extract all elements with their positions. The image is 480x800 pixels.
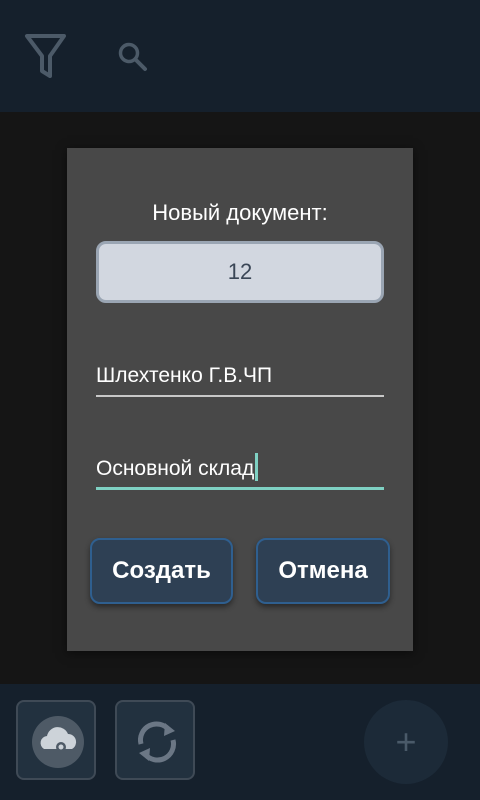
dialog-title: Новый документ: — [152, 200, 328, 225]
warehouse-field[interactable]: Основной склад — [96, 453, 384, 490]
create-button[interactable]: Создать — [90, 538, 233, 604]
warehouse-value: Основной склад — [96, 457, 255, 480]
new-document-dialog: Новый документ: 12 Шлехтенко Г.В.ЧП Осно… — [67, 148, 413, 651]
text-cursor — [255, 453, 259, 481]
contragent-field[interactable]: Шлехтенко Г.В.ЧП — [96, 361, 384, 397]
document-number-field[interactable]: 12 — [96, 241, 384, 303]
cancel-button[interactable]: Отмена — [256, 538, 390, 604]
contragent-value: Шлехтенко Г.В.ЧП — [96, 364, 273, 387]
